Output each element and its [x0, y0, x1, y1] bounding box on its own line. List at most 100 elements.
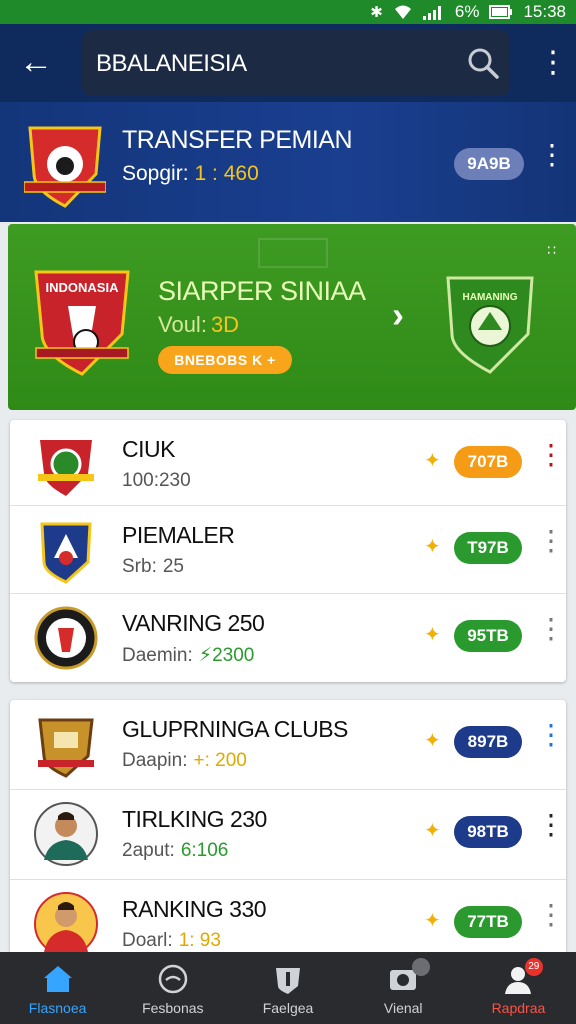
battery-icon: [489, 5, 513, 19]
transfer-more-icon[interactable]: ⋮: [538, 141, 566, 169]
status-badge[interactable]: 98TB: [454, 816, 522, 848]
list-item-title: GLUPRNINGA CLUBS: [122, 716, 348, 742]
bottom-navigation: Flasnoea Fesbonas Faelgea Vienal 29 Rapd…: [0, 952, 576, 1024]
app-bar: ← BBALANEISIA ⋮: [0, 24, 576, 102]
list-item-subtitle: Srb: 25: [122, 556, 184, 578]
nav-label: Vienal: [383, 1000, 423, 1016]
nav-label: Faelgea: [262, 1000, 314, 1016]
whistle-icon: [158, 964, 188, 994]
featured-more-icon[interactable]: ∷: [547, 243, 556, 257]
featured-action-button[interactable]: BNEBOBS K +: [158, 346, 292, 374]
list-item-subtitle: Daapin: +: 200: [122, 750, 247, 772]
shield-icon: [276, 968, 300, 994]
list-item-subtitle: 100:230: [122, 470, 197, 492]
transfer-sub-value: 1 : 460: [194, 162, 259, 185]
star-icon[interactable]: ✦: [424, 728, 441, 753]
nav-label: Flasnoea: [28, 1000, 87, 1016]
status-badge[interactable]: 707B: [454, 446, 522, 478]
featured-card[interactable]: INDONASIA SIARPER SINIAA Voul: 3D BNEBOBS…: [8, 224, 576, 410]
opponent-crest-text: HAMANING: [463, 292, 518, 303]
transfer-title: TRANSFER PEMIAN: [122, 126, 353, 154]
list-item-sub-value: ⚡2300: [198, 645, 255, 666]
list-item-subtitle: Doarl: 1: 93: [122, 930, 221, 952]
player-avatar: [34, 892, 98, 956]
list-item[interactable]: GLUPRNINGA CLUBS Daapin: +: 200 ✦ 897B ⋮: [10, 700, 566, 790]
status-badge[interactable]: 77TB: [454, 906, 522, 938]
list-card-2: GLUPRNINGA CLUBS Daapin: +: 200 ✦ 897B ⋮ …: [10, 700, 566, 956]
nav-label: Rapdraa: [491, 1000, 546, 1016]
featured-sub-label: Voul:: [158, 312, 207, 337]
club-logo-icon: [38, 718, 94, 778]
featured-subtitle: Voul: 3D: [158, 312, 239, 338]
featured-sub-value: 3D: [210, 312, 240, 337]
star-icon[interactable]: ✦: [424, 908, 441, 933]
battery-percent: 6%: [454, 2, 480, 21]
search-bar[interactable]: BBALANEISIA: [82, 30, 510, 96]
bluetooth-icon: ✱: [370, 4, 383, 21]
transfer-badge[interactable]: 9A9B: [454, 148, 524, 180]
featured-title: SIARPER SINIAA: [158, 276, 366, 306]
nav-item-faelgea[interactable]: Faelgea: [230, 952, 345, 1024]
row-more-icon[interactable]: ⋮: [537, 441, 565, 469]
search-input[interactable]: BBALANEISIA: [96, 50, 247, 78]
status-bar: ✱ 6% 15:38: [0, 0, 576, 24]
list-item-sub-value: +: 200: [193, 750, 247, 771]
nav-label: Fesbonas: [142, 1000, 204, 1016]
nav-item-rapdraa[interactable]: 29 Rapdraa: [461, 952, 576, 1024]
list-item[interactable]: CIUK 100:230 ✦ 707B ⋮: [10, 420, 566, 506]
status-badge[interactable]: 95TB: [454, 620, 522, 652]
home-icon: [43, 966, 72, 992]
star-icon[interactable]: ✦: [424, 622, 441, 647]
list-item-title: PIEMALER: [122, 522, 235, 548]
list-item-subtitle: 2aput: 6:106: [122, 840, 228, 862]
clock: 15:38: [523, 2, 566, 21]
club-logo-icon: [40, 522, 92, 584]
list-item-subtitle: Daemin: ⚡2300: [122, 644, 254, 667]
list-item[interactable]: PIEMALER Srb: 25 ✦ T97B ⋮: [10, 506, 566, 594]
signal-icon: [422, 6, 441, 20]
row-more-icon[interactable]: ⋮: [537, 527, 565, 555]
list-item-title: TIRLKING 230: [122, 806, 267, 832]
row-more-icon[interactable]: ⋮: [537, 901, 565, 929]
back-arrow-icon[interactable]: ←: [14, 42, 58, 86]
list-item-sub-label: Daapin:: [122, 750, 188, 771]
transfer-header[interactable]: TRANSFER PEMIAN Sopgir: 1 : 460 9A9B ⋮: [0, 102, 576, 222]
row-more-icon[interactable]: ⋮: [537, 615, 565, 643]
list-item-sub-label: Srb:: [122, 556, 157, 577]
star-icon[interactable]: ✦: [424, 818, 441, 843]
status-badge[interactable]: T97B: [454, 532, 522, 564]
player-avatar: [34, 802, 98, 866]
list-item-sub-value: 25: [162, 556, 184, 577]
nav-item-home[interactable]: Flasnoea: [0, 952, 115, 1024]
list-item-title: RANKING 330: [122, 896, 267, 922]
list-item-sub-label: Doarl:: [122, 930, 173, 951]
indonesia-crest-icon: INDONASIA: [34, 270, 130, 376]
transfer-subtitle: Sopgir: 1 : 460: [122, 162, 259, 186]
opponent-crest-icon: HAMANING: [446, 276, 534, 374]
list-card-1: CIUK 100:230 ✦ 707B ⋮ PIEMALER Srb: 25 ✦ …: [10, 420, 566, 682]
list-item[interactable]: VANRING 250 Daemin: ⚡2300 ✦ 95TB ⋮: [10, 594, 566, 682]
list-item-title: VANRING 250: [122, 610, 265, 636]
star-icon[interactable]: ✦: [424, 534, 441, 559]
club-crest-icon: [24, 126, 106, 208]
row-more-icon[interactable]: ⋮: [537, 811, 565, 839]
list-item[interactable]: TIRLKING 230 2aput: 6:106 ✦ 98TB ⋮: [10, 790, 566, 880]
chevron-right-icon[interactable]: ›: [392, 294, 404, 336]
list-item[interactable]: RANKING 330 Doarl: 1: 93 ✦ 77TB ⋮: [10, 880, 566, 956]
row-more-icon[interactable]: ⋮: [537, 721, 565, 749]
more-options-icon[interactable]: ⋮: [538, 46, 568, 80]
list-item-sub-value: 6:106: [180, 840, 229, 861]
star-icon[interactable]: ✦: [424, 448, 441, 473]
nav-item-vienal[interactable]: Vienal: [346, 952, 461, 1024]
club-logo-icon: [38, 440, 94, 496]
list-item-sub-value: 1: 93: [178, 930, 221, 951]
nav-item-fesbonas[interactable]: Fesbonas: [115, 952, 230, 1024]
transfer-sub-label: Sopgir:: [122, 162, 189, 185]
list-item-sub-label: 100:230: [122, 470, 191, 491]
field-lines-decoration: [258, 238, 328, 268]
wifi-icon: [394, 5, 411, 19]
search-icon[interactable]: [466, 46, 500, 80]
status-badge[interactable]: 897B: [454, 726, 522, 758]
list-item-title: CIUK: [122, 436, 175, 462]
notification-badge: [411, 958, 430, 976]
